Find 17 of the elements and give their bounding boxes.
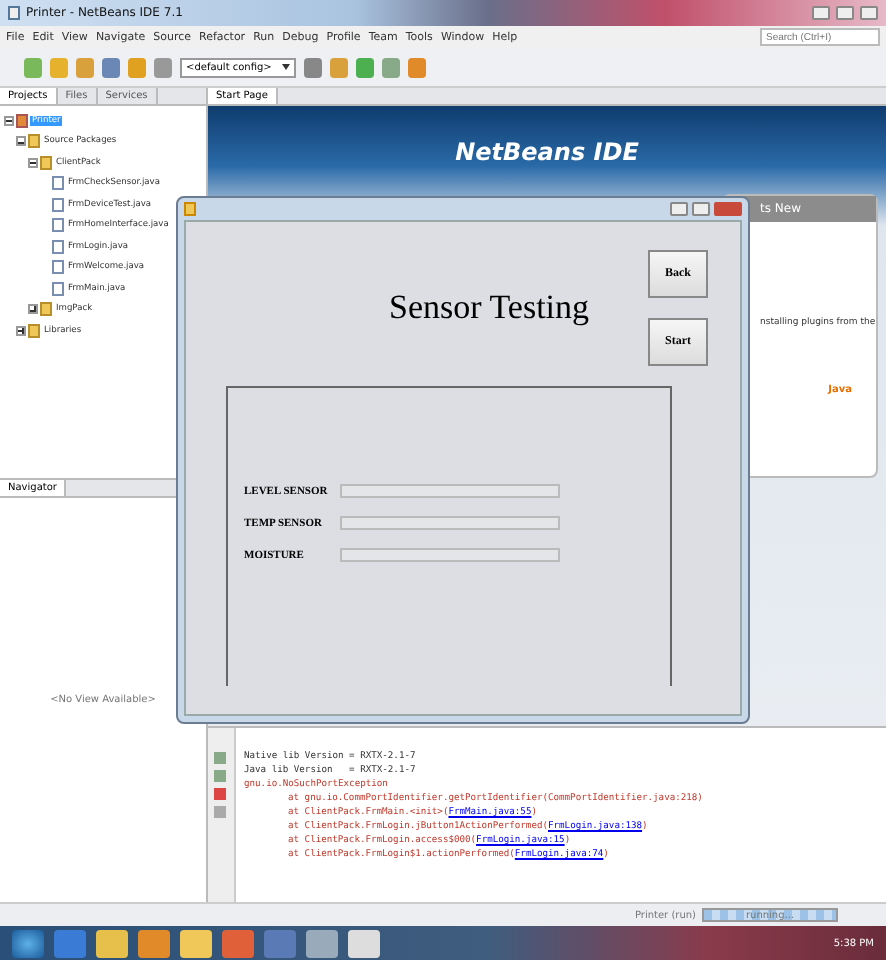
taskbar-icon[interactable] xyxy=(138,929,170,957)
taskbar-icon[interactable] xyxy=(306,929,338,957)
app-icon xyxy=(8,6,20,20)
project-icon xyxy=(16,113,28,128)
taskbar-icon[interactable] xyxy=(180,929,212,957)
java-app-icon xyxy=(184,202,196,216)
taskbar-icon[interactable] xyxy=(348,929,380,957)
expand-toggle-icon[interactable] xyxy=(28,304,38,315)
expand-toggle-icon[interactable] xyxy=(16,325,26,336)
expand-toggle-icon[interactable] xyxy=(28,157,38,168)
logo-text: NetBeans IDE xyxy=(455,138,639,166)
dialog-heading: Sensor Testing xyxy=(388,288,590,328)
start-button[interactable] xyxy=(12,929,44,957)
taskbar-icon[interactable] xyxy=(96,929,128,957)
expand-toggle-icon[interactable] xyxy=(16,136,26,147)
expand-toggle-icon[interactable] xyxy=(4,115,14,126)
taskbar-icon[interactable] xyxy=(222,929,254,957)
